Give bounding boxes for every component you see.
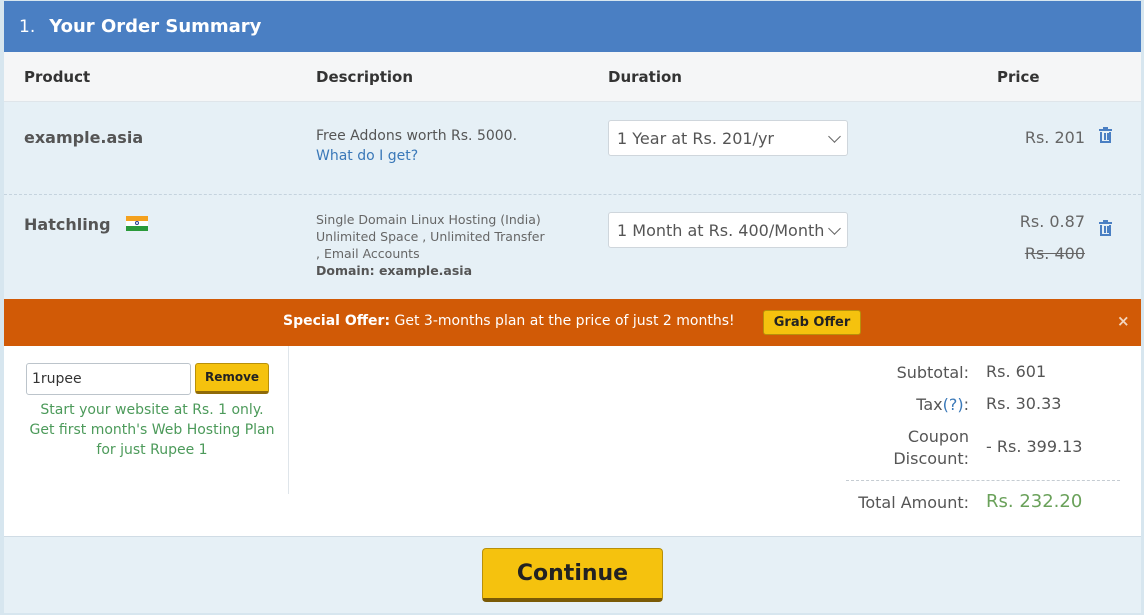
duration-select[interactable]: 1 Month at Rs. 400/Month [608, 212, 848, 248]
description-line: Unlimited Space , Unlimited Transfer [316, 229, 545, 244]
summary-divider [846, 480, 1120, 481]
coupon-message-line: Start your website at Rs. 1 only. [40, 402, 264, 418]
special-offer-bar: Special Offer: Get 3-months plan at the … [4, 299, 1141, 346]
item-price: Rs. 201 [1024, 128, 1085, 147]
footer-bar: Continue [4, 536, 1141, 613]
coupon-message-line: Get first month's Web Hosting Plan for j… [29, 422, 275, 458]
subtotal-label: Subtotal: [896, 363, 969, 382]
product-description: Free Addons worth Rs. 5000. [316, 128, 518, 144]
coupon-and-summary: 1rupee Remove Start your website at Rs. … [4, 346, 1141, 536]
subtotal-value: Rs. 601 [986, 362, 1047, 381]
column-header-product: Product [24, 68, 91, 86]
coupon-message: Start your website at Rs. 1 only. Get fi… [26, 400, 278, 460]
offer-text: Special Offer: Get 3-months plan at the … [283, 313, 735, 329]
tax-label: Tax(?): [916, 395, 969, 414]
coupon-discount-value: - Rs. 399.13 [986, 437, 1083, 456]
remove-coupon-button[interactable]: Remove [195, 363, 269, 394]
duration-select-value: 1 Year at Rs. 201/yr [617, 129, 774, 148]
column-headers: Product Description Duration Price [4, 52, 1141, 102]
coupon-code-input[interactable]: 1rupee [26, 363, 191, 395]
offer-label: Special Offer: [283, 313, 391, 329]
order-row-hosting: Hatchling Single Domain Linux Hosting (I… [4, 195, 1141, 299]
close-icon[interactable]: × [1117, 312, 1130, 330]
original-price: Rs. 400 [1024, 244, 1085, 263]
item-price: Rs. 0.87 [1019, 212, 1085, 231]
trash-icon[interactable] [1099, 220, 1112, 236]
continue-button[interactable]: Continue [482, 548, 663, 602]
section-header: 1. Your Order Summary [4, 1, 1141, 52]
hosting-description: Single Domain Linux Hosting (India) Unli… [316, 211, 556, 279]
grab-offer-button[interactable]: Grab Offer [763, 310, 861, 335]
column-header-duration: Duration [608, 68, 682, 86]
description-line: , Email Accounts [316, 246, 420, 261]
india-flag-icon [126, 216, 149, 231]
description-line: Single Domain Linux Hosting (India) [316, 212, 541, 227]
order-summary-panel: 1. Your Order Summary Product Descriptio… [4, 1, 1141, 613]
order-row-domain: example.asia Free Addons worth Rs. 5000.… [4, 102, 1141, 195]
coupon-discount-label: Coupon Discount: [893, 427, 969, 468]
duration-select[interactable]: 1 Year at Rs. 201/yr [608, 120, 848, 156]
divider [288, 346, 289, 494]
product-name-hosting: Hatchling [24, 215, 149, 234]
product-name: example.asia [24, 128, 144, 147]
duration-select-value: 1 Month at Rs. 400/Month [617, 221, 825, 240]
step-number: 1. [19, 16, 36, 37]
column-header-price: Price [997, 68, 1040, 86]
chevron-down-icon [828, 130, 841, 143]
tax-help-link[interactable]: (?) [943, 395, 964, 414]
chevron-down-icon [828, 222, 841, 235]
what-do-i-get-link[interactable]: What do I get? [316, 148, 418, 164]
offer-message: Get 3-months plan at the price of just 2… [390, 313, 735, 329]
total-amount-value: Rs. 232.20 [986, 491, 1083, 512]
tax-value: Rs. 30.33 [986, 394, 1062, 413]
section-title: Your Order Summary [49, 16, 262, 37]
product-name: Hatchling [24, 215, 111, 234]
description-domain: Domain: example.asia [316, 263, 473, 278]
trash-icon[interactable] [1099, 127, 1112, 143]
total-amount-label: Total Amount: [858, 493, 969, 512]
column-header-description: Description [316, 68, 414, 86]
